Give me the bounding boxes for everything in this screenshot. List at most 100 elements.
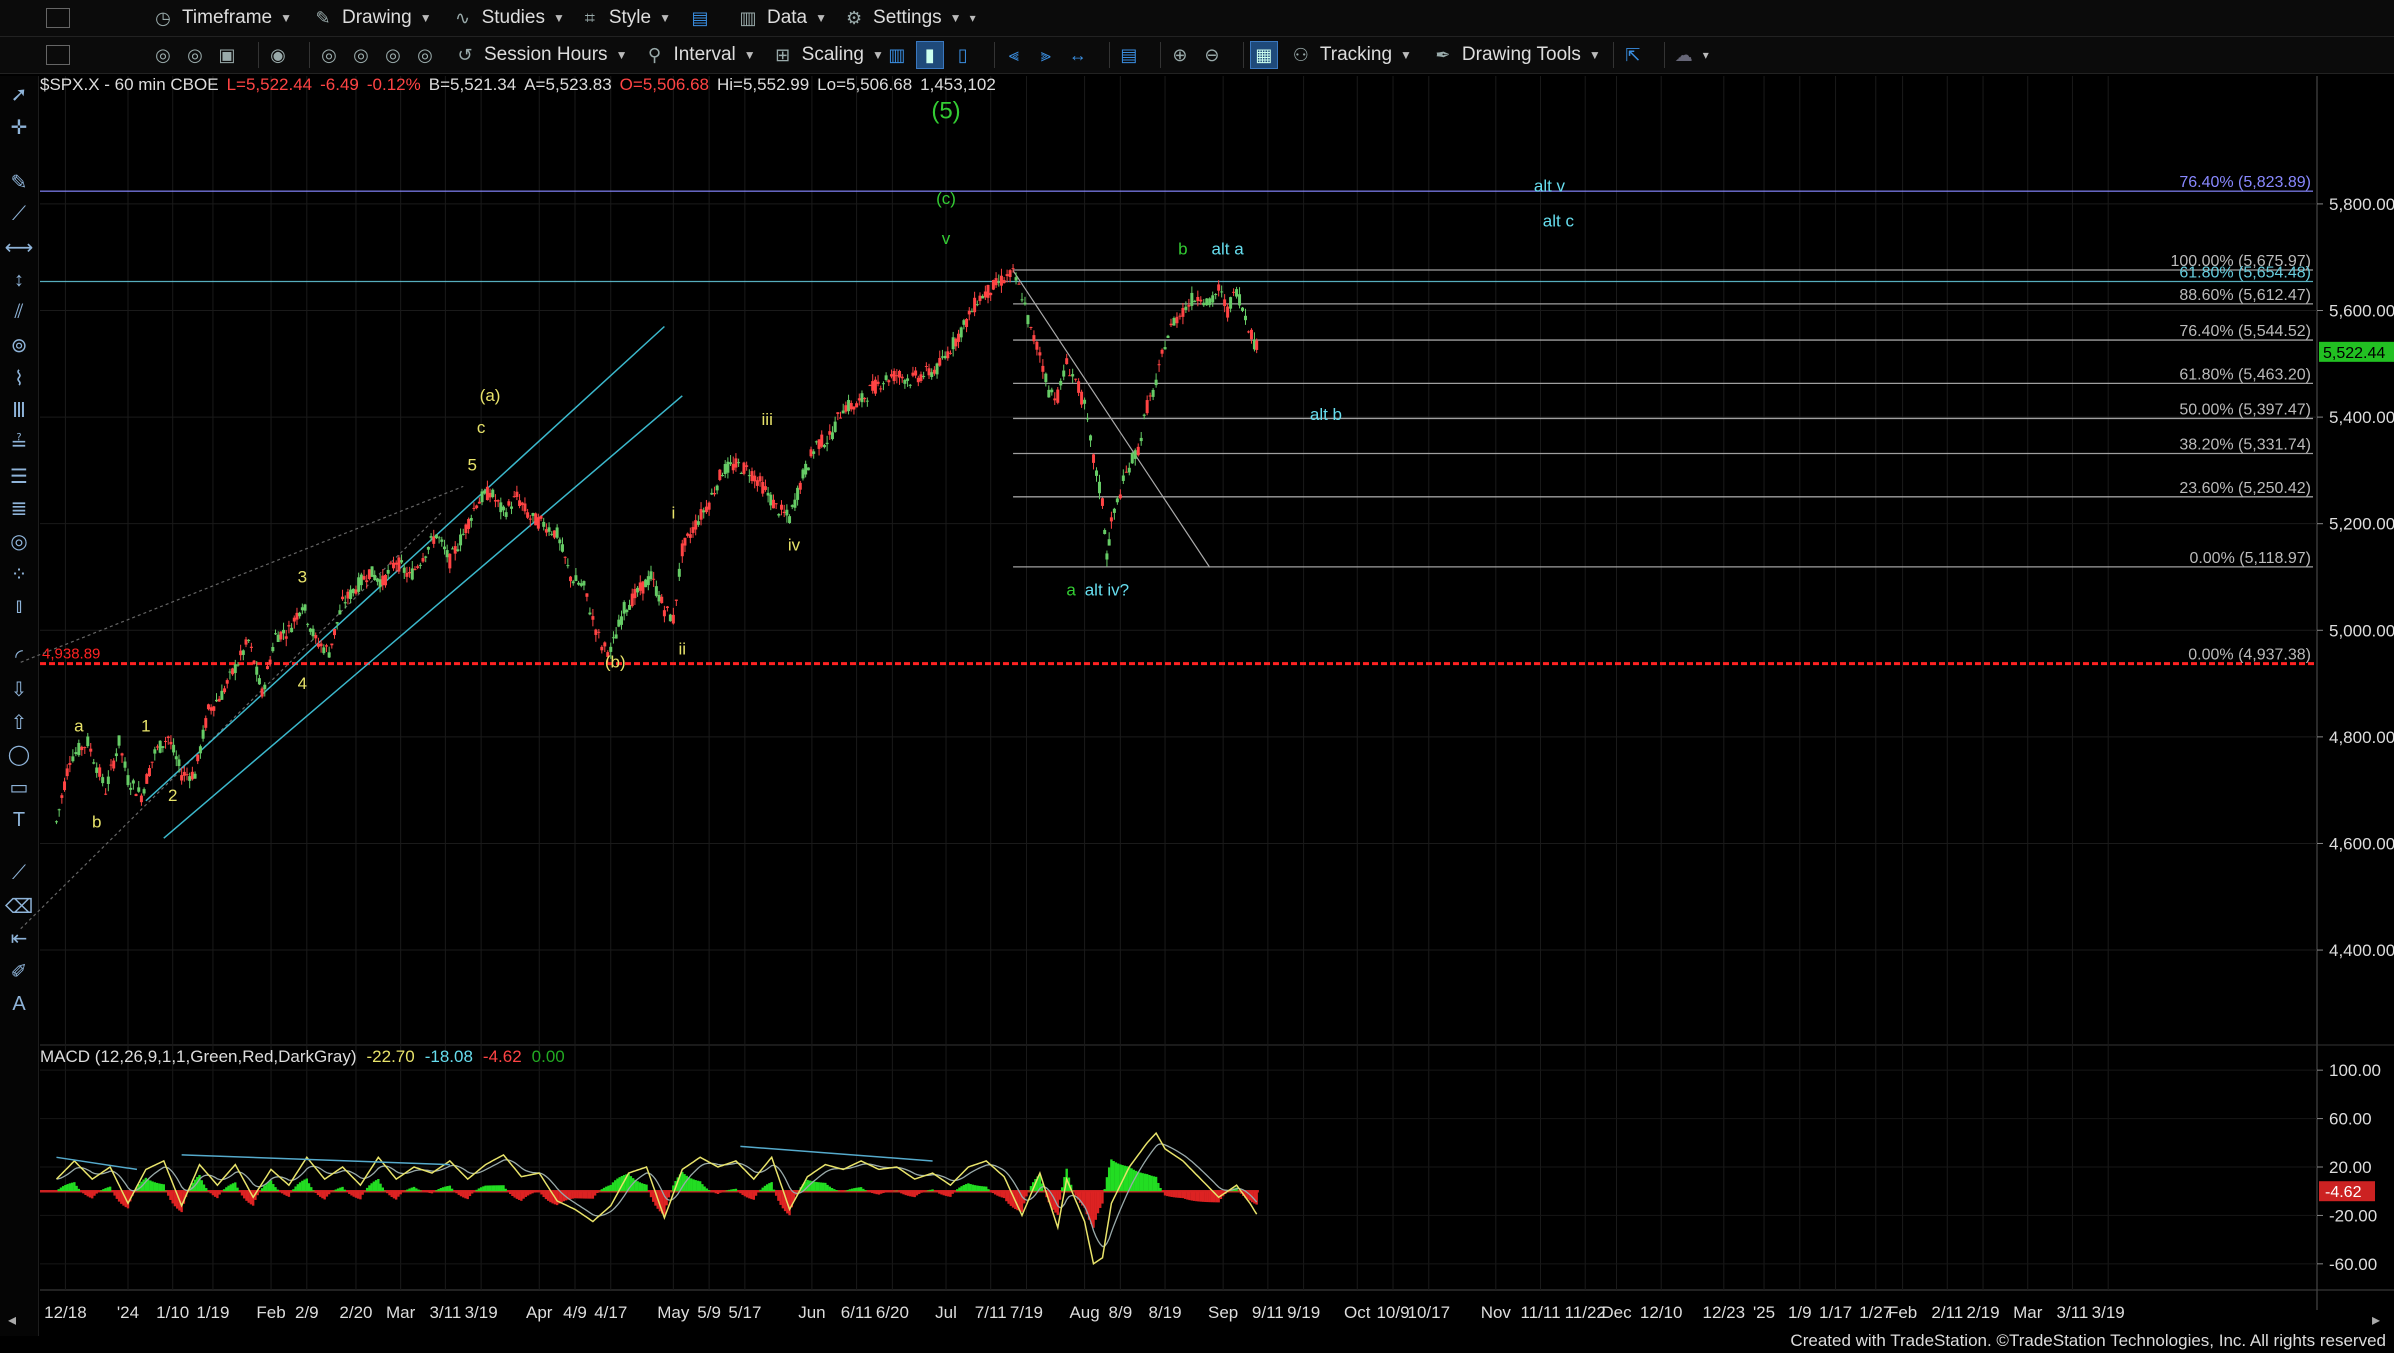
candle-body	[574, 575, 578, 582]
x-tick-label: 6/20	[876, 1303, 909, 1322]
candle-body	[739, 473, 743, 475]
candle-body	[638, 582, 642, 591]
candle-body	[1074, 378, 1078, 380]
x-tick-label: 7/19	[1010, 1303, 1043, 1322]
candle-body	[1105, 553, 1109, 560]
candle-body	[114, 753, 118, 757]
candle-body	[812, 451, 816, 454]
candle-body	[300, 607, 304, 611]
candle-body	[410, 568, 414, 580]
candle-body	[1097, 481, 1101, 494]
candle-body	[780, 504, 784, 510]
candle-body	[563, 556, 567, 558]
x-tick-label: 7/11	[975, 1303, 1007, 1322]
candle-body	[542, 521, 546, 527]
candle-body	[338, 610, 342, 615]
candle-body	[847, 399, 851, 412]
candle-body	[247, 639, 251, 641]
candle-body	[644, 579, 648, 588]
candle-body	[405, 572, 409, 577]
candle-body	[665, 606, 669, 609]
candle-body	[150, 761, 154, 763]
candle-body	[828, 431, 832, 435]
candle-body	[98, 767, 102, 777]
candle-body	[408, 571, 412, 574]
fib-level-label: 61.80% (5,463.20)	[2179, 366, 2311, 383]
candle-body	[707, 502, 711, 510]
candle-body	[534, 513, 538, 526]
x-tick-label: Mar	[2013, 1303, 2043, 1322]
candle-body	[636, 587, 640, 593]
x-tick-label: 2/9	[295, 1303, 319, 1322]
candle-body	[981, 295, 985, 299]
candle-body	[1154, 379, 1158, 386]
candle-body	[585, 593, 589, 597]
candle-body	[860, 393, 864, 403]
candle-body	[597, 631, 601, 633]
candle-body	[456, 549, 460, 552]
candle-body	[844, 405, 848, 412]
x-tick-label: 5/17	[728, 1303, 761, 1322]
candle-body	[1151, 389, 1155, 397]
candle-body	[346, 591, 350, 599]
fib-level-label: 38.20% (5,331.74)	[2179, 436, 2311, 453]
candle-body	[801, 469, 805, 479]
y-tick-label: 4,400.00	[2329, 941, 2394, 960]
chart-area[interactable]: 12/18'24 1/10 1/19 Feb 2/9 2/20 Mar 3/11 3/19 Apr…	[0, 0, 2394, 1353]
candle-body	[437, 537, 441, 539]
candle-body	[766, 492, 770, 496]
macd-tick-label: 20.00	[2329, 1158, 2372, 1177]
candle-body	[1223, 299, 1227, 307]
candle-body	[156, 746, 160, 748]
candle-body	[260, 688, 264, 697]
candle-body	[825, 442, 829, 445]
candle-body	[445, 550, 449, 558]
candle-body	[367, 569, 371, 579]
candle-body	[1026, 315, 1030, 325]
candle-body	[303, 604, 307, 611]
chart-header-field: Lo=5,506.68	[817, 75, 912, 94]
macd-readout: 0.00	[532, 1047, 565, 1066]
wave-label: alt iv?	[1085, 581, 1129, 600]
candle-body	[1095, 470, 1098, 476]
candle-body	[970, 311, 974, 313]
macd-title: MACD (12,26,9,1,1,Green,Red,DarkGray)	[40, 1047, 357, 1066]
candle-body	[311, 628, 315, 637]
x-tick-label: 11/11	[1521, 1303, 1561, 1322]
candle-body	[370, 566, 374, 577]
candle-body	[654, 586, 658, 596]
candle-body	[873, 379, 877, 394]
candle-body	[704, 506, 708, 513]
x-tick-label: Dec	[1601, 1303, 1632, 1322]
x-tick-label: '25	[1753, 1303, 1775, 1322]
candle-body	[244, 639, 248, 645]
candle-body	[539, 515, 543, 519]
candle-body	[822, 445, 826, 448]
candle-body	[282, 629, 286, 634]
candle-body	[375, 578, 379, 582]
wave-label: v	[942, 229, 951, 248]
candle-body	[566, 565, 570, 567]
candle-body	[646, 576, 650, 586]
candle-body	[1077, 381, 1081, 393]
candle-body	[378, 579, 382, 588]
macd-trendline	[740, 1145, 933, 1162]
candle-body	[54, 821, 58, 823]
candle-body	[1139, 437, 1143, 442]
candle-body	[793, 499, 797, 508]
candle-body	[849, 403, 853, 410]
candle-body	[284, 636, 288, 639]
x-tick-label: Apr	[526, 1303, 553, 1322]
fib-level-label: 0.00% (5,118.97)	[2189, 550, 2311, 567]
candle-body	[710, 492, 714, 495]
candle-body	[591, 616, 595, 620]
candle-body	[65, 768, 69, 777]
candle-body	[694, 520, 698, 530]
candle-body	[962, 320, 966, 325]
candle-body	[1220, 291, 1224, 293]
candle-body	[357, 577, 361, 592]
candle-body	[469, 517, 473, 521]
candle-body	[429, 536, 433, 538]
candle-body	[349, 589, 353, 599]
candle-body	[71, 756, 75, 762]
